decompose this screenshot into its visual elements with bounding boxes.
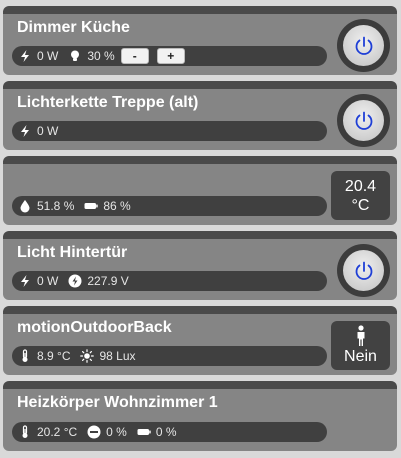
status-bar: 0 W: [12, 121, 327, 141]
brightness-value: 30 %: [87, 49, 115, 63]
valve-reading: 0 %: [87, 425, 127, 439]
temperature-value: 8.9 °C: [37, 349, 71, 363]
card-title: motionOutdoorBack: [17, 319, 172, 336]
lightning-icon: [21, 125, 29, 137]
sun-icon: [80, 349, 95, 363]
battery-value: 86 %: [103, 199, 131, 213]
battery-icon: [84, 203, 99, 209]
battery-icon: [137, 429, 151, 435]
power-value: 0 W: [37, 49, 59, 63]
power-value: 0 W: [37, 124, 59, 138]
humidity-value: 51.8 %: [37, 199, 75, 213]
temperature-reading: 8.9 °C: [18, 349, 70, 363]
temperature-reading: 20.2 °C: [18, 425, 77, 439]
power-button[interactable]: [343, 250, 384, 291]
voltage-value: 227.9 V: [87, 274, 129, 288]
power-toggle[interactable]: [337, 244, 390, 297]
voltage-reading: 227.9 V: [68, 274, 129, 288]
power-button[interactable]: [343, 25, 384, 66]
voltage-icon: [68, 274, 82, 288]
device-card-motion-outdoor-back: motionOutdoorBack 8.9 °C 98 Lux Nein: [3, 306, 397, 375]
droplet-icon: [20, 200, 30, 213]
power-value: 0 W: [37, 274, 59, 288]
thermometer-icon: [22, 425, 28, 438]
humidity-reading: 51.8 %: [18, 199, 74, 213]
power-toggle[interactable]: [337, 94, 390, 147]
brightness-reading: 30 %: [68, 49, 115, 63]
presence-display: Nein: [331, 321, 390, 370]
thermometer-icon: [22, 349, 28, 362]
battery-reading: 86 %: [84, 199, 131, 213]
device-card-heizkoerper-wohnzimmer: Heizkörper Wohnzimmer 1 20.2 °C 0 % 0 %: [3, 381, 397, 451]
status-bar: 8.9 °C 98 Lux: [12, 346, 327, 366]
device-card-licht-hintertuer: Licht Hintertür 0 W 227.9 V: [3, 231, 397, 300]
card-title: Heizkörper Wohnzimmer 1: [17, 394, 218, 411]
device-card-dimmer-kueche: Dimmer Küche 0 W 30 % - +: [3, 6, 397, 75]
battery-reading: 0 %: [137, 425, 177, 439]
status-bar: 20.2 °C 0 % 0 %: [12, 422, 327, 442]
temperature-value: 20.4: [344, 177, 377, 195]
device-card-climate-sensor: 51.8 % 86 % 20.4 °C: [3, 156, 397, 225]
power-icon: [355, 261, 372, 280]
decrease-button[interactable]: -: [120, 48, 149, 64]
bulb-icon: [71, 50, 80, 61]
status-bar: 51.8 % 86 %: [12, 196, 327, 216]
valve-value: 0 %: [106, 425, 127, 439]
valve-icon: [87, 425, 101, 439]
temperature-unit: °C: [351, 196, 370, 214]
temperature-display: 20.4 °C: [331, 171, 390, 220]
power-toggle[interactable]: [337, 19, 390, 72]
lightning-icon: [21, 275, 29, 287]
card-title: Lichterkette Treppe (alt): [17, 94, 199, 111]
card-title: Licht Hintertür: [17, 244, 128, 261]
status-bar: 0 W 30 % - +: [12, 46, 327, 66]
battery-value: 0 %: [155, 425, 177, 439]
power-icon: [355, 111, 372, 130]
card-title: Dimmer Küche: [17, 19, 130, 36]
status-bar: 0 W 227.9 V: [12, 271, 327, 291]
lightning-icon: [21, 50, 29, 62]
device-card-lichterkette-treppe: Lichterkette Treppe (alt) 0 W: [3, 81, 397, 150]
power-reading: 0 W: [18, 124, 58, 138]
power-button[interactable]: [343, 100, 384, 141]
power-reading: 0 W: [18, 49, 58, 63]
temperature-value: 20.2 °C: [37, 425, 78, 439]
illuminance-reading: 98 Lux: [80, 349, 136, 363]
presence-value: Nein: [344, 348, 377, 365]
increase-button[interactable]: +: [156, 48, 185, 64]
illuminance-value: 98 Lux: [99, 349, 136, 363]
power-reading: 0 W: [18, 274, 58, 288]
person-icon: [357, 325, 364, 346]
power-icon: [355, 36, 372, 55]
